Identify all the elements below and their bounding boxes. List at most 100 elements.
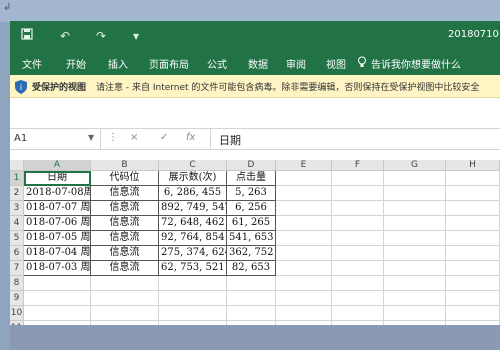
grid-cell[interactable] xyxy=(384,186,446,201)
grid-cell[interactable] xyxy=(384,276,446,291)
table-cell[interactable]: 541, 653 xyxy=(227,231,276,246)
table-cell[interactable]: 018-07-06 周五 xyxy=(24,216,91,231)
chevron-down-icon[interactable]: ▼ xyxy=(88,133,94,142)
grid-cell[interactable] xyxy=(384,246,446,261)
tab-review[interactable]: 审阅 xyxy=(286,56,306,71)
tab-home[interactable]: 开始 xyxy=(66,56,86,71)
grid-cell[interactable] xyxy=(332,276,384,291)
table-cell[interactable]: 6, 256 xyxy=(227,201,276,216)
table-cell[interactable]: 信息流 xyxy=(91,216,159,231)
column-header-d[interactable]: D xyxy=(227,160,276,171)
save-icon[interactable] xyxy=(18,27,36,45)
formula-input[interactable]: 日期 xyxy=(210,129,500,149)
table-cell[interactable]: 82, 653 xyxy=(227,261,276,276)
row-header-10[interactable]: 10 xyxy=(10,306,24,321)
grid-cell[interactable] xyxy=(384,231,446,246)
table-cell[interactable]: 点击量 xyxy=(227,171,276,186)
grid-cell[interactable] xyxy=(332,216,384,231)
grid-cell[interactable] xyxy=(446,261,500,276)
row-header-9[interactable]: 9 xyxy=(10,291,24,306)
grid-cell[interactable] xyxy=(159,291,227,306)
row-header-4[interactable]: 4 xyxy=(10,216,24,231)
grid-cell[interactable] xyxy=(24,306,91,321)
grid-cell[interactable] xyxy=(446,276,500,291)
row-header-3[interactable]: 3 xyxy=(10,201,24,216)
function-icon[interactable]: fx xyxy=(186,132,195,143)
tab-page-layout[interactable]: 页面布局 xyxy=(149,56,189,71)
grid-cell[interactable] xyxy=(332,231,384,246)
grid-cell[interactable] xyxy=(276,246,332,261)
grid-cell[interactable] xyxy=(276,216,332,231)
grid-cell[interactable] xyxy=(227,276,276,291)
select-all-corner[interactable] xyxy=(10,160,24,171)
table-cell[interactable]: 018-07-04 周三 xyxy=(24,246,91,261)
grid-cell[interactable] xyxy=(446,216,500,231)
table-cell[interactable]: 6, 286, 455 xyxy=(159,186,227,201)
grid-cell[interactable] xyxy=(384,291,446,306)
table-cell[interactable]: 5, 263 xyxy=(227,186,276,201)
grid-cell[interactable] xyxy=(227,291,276,306)
row-header-8[interactable]: 8 xyxy=(10,276,24,291)
table-cell[interactable]: 信息流 xyxy=(91,201,159,216)
row-header-1[interactable]: 1 xyxy=(10,171,24,186)
column-header-e[interactable]: E xyxy=(276,160,332,171)
grid-cell[interactable] xyxy=(24,291,91,306)
column-header-h[interactable]: H xyxy=(446,160,500,171)
column-header-f[interactable]: F xyxy=(332,160,384,171)
grid-cell[interactable] xyxy=(332,246,384,261)
row-header-5[interactable]: 5 xyxy=(10,231,24,246)
grid-cell[interactable] xyxy=(446,306,500,321)
grid-cell[interactable] xyxy=(384,201,446,216)
grid-cell[interactable] xyxy=(91,306,159,321)
table-cell[interactable]: 信息流 xyxy=(91,246,159,261)
table-cell[interactable]: 2018-07-08周日 xyxy=(24,186,91,201)
table-cell[interactable]: 62, 753, 521 xyxy=(159,261,227,276)
grid-cell[interactable] xyxy=(276,171,332,186)
column-header-c[interactable]: C xyxy=(159,160,227,171)
grid-cell[interactable] xyxy=(276,186,332,201)
grid-cell[interactable] xyxy=(384,261,446,276)
table-cell[interactable]: 018-07-07 周六 xyxy=(24,201,91,216)
tell-me-search[interactable]: 告诉我你想要做什么 xyxy=(371,56,461,71)
table-cell[interactable]: 018-07-05 周四 xyxy=(24,231,91,246)
grid-cell[interactable] xyxy=(446,171,500,186)
table-cell[interactable]: 72, 648, 462 xyxy=(159,216,227,231)
tab-data[interactable]: 数据 xyxy=(248,56,268,71)
column-header-g[interactable]: G xyxy=(384,160,446,171)
grid-cell[interactable] xyxy=(332,306,384,321)
row-header-7[interactable]: 7 xyxy=(10,261,24,276)
grid-cell[interactable] xyxy=(276,276,332,291)
tab-insert[interactable]: 插入 xyxy=(108,56,128,71)
table-cell[interactable]: 018-07-03 周二 xyxy=(24,261,91,276)
grid-cell[interactable] xyxy=(276,231,332,246)
grid-cell[interactable] xyxy=(159,306,227,321)
grid-cell[interactable] xyxy=(446,201,500,216)
name-box[interactable]: A1 ▼ xyxy=(10,129,101,149)
table-cell[interactable]: 信息流 xyxy=(91,261,159,276)
grid-cell[interactable] xyxy=(159,276,227,291)
grid-cell[interactable] xyxy=(332,291,384,306)
grid-cell[interactable] xyxy=(384,171,446,186)
tab-formulas[interactable]: 公式 xyxy=(207,56,227,71)
grid-cell[interactable] xyxy=(276,201,332,216)
grid-cell[interactable] xyxy=(227,306,276,321)
row-header-6[interactable]: 6 xyxy=(10,246,24,261)
grid-cell[interactable] xyxy=(384,306,446,321)
customize-icon[interactable]: ▾ xyxy=(127,27,145,45)
grid-cell[interactable] xyxy=(446,291,500,306)
table-cell[interactable]: 92, 764, 854 xyxy=(159,231,227,246)
grid-cell[interactable] xyxy=(91,276,159,291)
table-cell[interactable]: 日期 xyxy=(24,171,91,186)
table-cell[interactable]: 892, 749, 547 xyxy=(159,201,227,216)
grid-cell[interactable] xyxy=(332,171,384,186)
redo-icon[interactable]: ↷ xyxy=(92,27,110,45)
grid-cell[interactable] xyxy=(446,246,500,261)
grid-cell[interactable] xyxy=(276,261,332,276)
column-header-a[interactable]: A xyxy=(24,160,91,171)
tab-file[interactable]: 文件 xyxy=(22,56,42,71)
grid-cell[interactable] xyxy=(332,201,384,216)
table-cell[interactable]: 362, 752 xyxy=(227,246,276,261)
cancel-icon[interactable]: × xyxy=(130,132,138,143)
table-cell[interactable]: 275, 374, 624 xyxy=(159,246,227,261)
enter-icon[interactable]: ✓ xyxy=(160,132,168,143)
